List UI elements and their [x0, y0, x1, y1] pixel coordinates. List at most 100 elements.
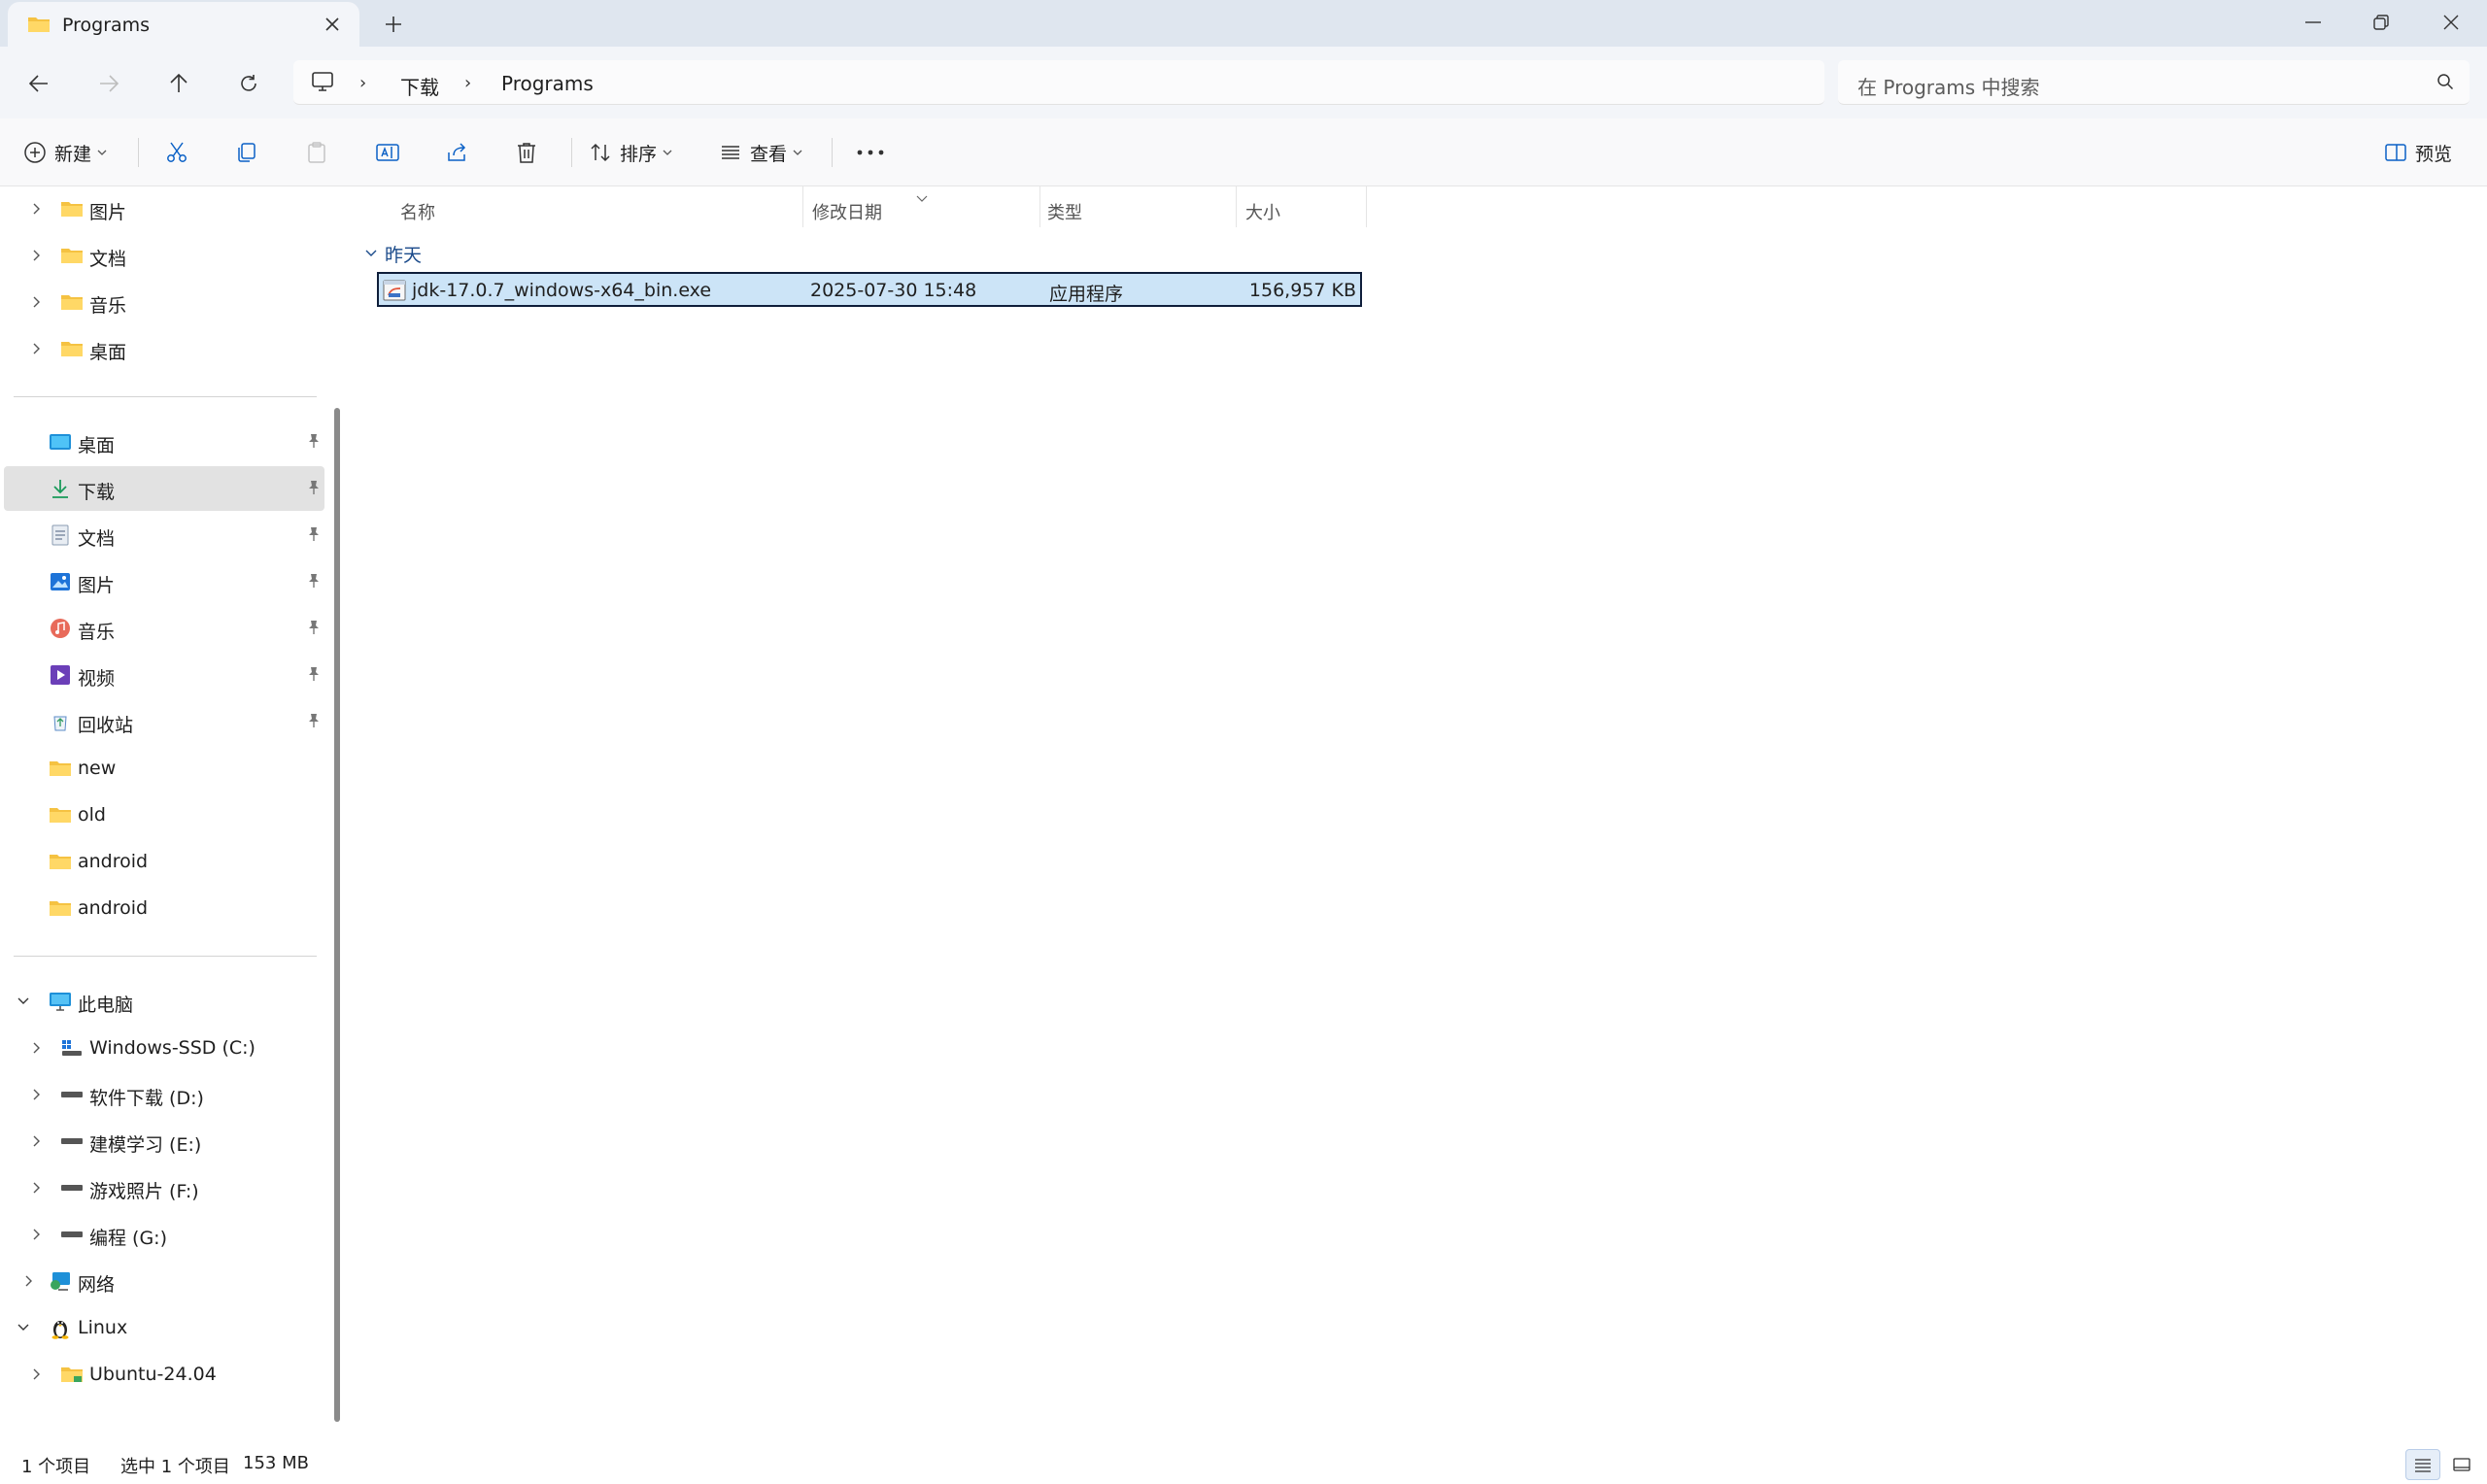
share-button[interactable]	[445, 134, 468, 171]
sidebar-item-pictures-tree[interactable]: 图片	[4, 186, 324, 231]
tab-programs[interactable]: Programs	[8, 2, 359, 47]
chevron-right-icon[interactable]	[29, 1180, 45, 1196]
view-button[interactable]: 查看	[719, 134, 802, 171]
paste-button[interactable]	[305, 134, 328, 171]
sidebar-item-drive-f[interactable]: 游戏照片 (F:)	[4, 1165, 324, 1210]
installer-file-icon	[383, 280, 406, 306]
sidebar-item-music-tree[interactable]: 音乐	[4, 280, 324, 324]
group-header-yesterday[interactable]: 昨天	[365, 239, 422, 268]
sidebar-item-recycle-bin[interactable]: 回收站	[4, 699, 324, 744]
delete-button[interactable]	[515, 134, 538, 171]
chevron-right-icon[interactable]	[29, 1087, 45, 1102]
restore-button[interactable]	[2347, 0, 2415, 45]
more-options-button[interactable]	[857, 134, 884, 171]
sidebar-item-drive-g[interactable]: 编程 (G:)	[4, 1212, 324, 1257]
back-button[interactable]	[19, 64, 58, 103]
drive-icon	[60, 1130, 84, 1152]
sidebar-item-linux[interactable]: Linux	[4, 1305, 324, 1350]
breadcrumb-programs[interactable]: Programs	[501, 72, 594, 95]
sidebar-divider	[14, 396, 317, 397]
chevron-down-icon[interactable]	[16, 1320, 31, 1335]
sidebar-item-android[interactable]: android	[4, 839, 324, 884]
address-bar[interactable]: › 下载 › Programs	[293, 60, 1824, 105]
pin-icon[interactable]	[307, 479, 321, 500]
pin-icon[interactable]	[307, 619, 321, 640]
chevron-right-icon[interactable]	[29, 1040, 45, 1056]
sidebar-item-documents[interactable]: 文档	[4, 513, 324, 557]
status-bar: 1 个项目 选中 1 个项目 153 MB	[0, 1447, 2487, 1484]
navigation-pane: 图片 文档 音乐 桌面 桌面 下载 文档 图片 音乐 视频 回收站 new ol…	[0, 186, 330, 1422]
column-header-type[interactable]: 类型	[1047, 196, 1082, 227]
rename-button[interactable]	[375, 134, 400, 171]
preview-pane-button[interactable]: 预览	[2384, 134, 2452, 171]
table-row[interactable]: jdk-17.0.7_windows-x64_bin.exe 2025-07-3…	[377, 272, 1362, 307]
selection-count: 选中 1 个项目	[120, 1457, 230, 1477]
up-button[interactable]	[159, 64, 198, 103]
rename-icon	[376, 144, 399, 161]
pin-icon[interactable]	[307, 572, 321, 593]
refresh-button[interactable]	[229, 64, 268, 103]
sidebar-item-this-pc[interactable]: 此电脑	[4, 979, 324, 1024]
minimize-button[interactable]	[2279, 0, 2347, 45]
details-view-button[interactable]	[2405, 1449, 2440, 1480]
new-tab-button[interactable]	[381, 12, 406, 37]
sidebar-item-music[interactable]: 音乐	[4, 606, 324, 651]
sidebar-item-pictures[interactable]: 图片	[4, 559, 324, 604]
share-icon	[448, 143, 466, 161]
pin-icon[interactable]	[307, 665, 321, 687]
search-input[interactable]: 在 Programs 中搜索	[1838, 60, 2470, 105]
sort-descending-icon	[915, 186, 929, 208]
new-button-label: 新建	[54, 143, 92, 165]
search-icon	[2436, 73, 2454, 95]
sidebar-item-label: 视频	[78, 668, 116, 690]
pin-icon[interactable]	[307, 432, 321, 454]
sidebar-item-network[interactable]: 网络	[4, 1259, 324, 1303]
chevron-right-icon[interactable]	[29, 294, 45, 310]
chevron-right-icon[interactable]	[29, 201, 45, 217]
chevron-right-icon[interactable]	[29, 1366, 45, 1382]
sidebar-item-desktop-tree[interactable]: 桌面	[4, 326, 324, 371]
folder-icon	[49, 851, 72, 872]
item-count: 1 个项目	[21, 1457, 91, 1477]
chevron-right-icon[interactable]	[29, 341, 45, 356]
sidebar-item-label: Linux	[78, 1317, 128, 1338]
sidebar-item-label: Windows-SSD (C:)	[89, 1037, 256, 1059]
sort-button[interactable]: 排序	[589, 134, 672, 171]
large-icons-view-button[interactable]	[2444, 1449, 2479, 1480]
sidebar-scrollbar[interactable]	[334, 408, 340, 1422]
sidebar-item-new[interactable]: new	[4, 746, 324, 791]
folder-icon	[60, 291, 84, 313]
chevron-right-icon[interactable]	[21, 1273, 37, 1289]
sidebar-item-desktop[interactable]: 桌面	[4, 420, 324, 464]
sidebar-item-drive-e[interactable]: 建模学习 (E:)	[4, 1119, 324, 1164]
close-window-button[interactable]	[2417, 0, 2485, 45]
chevron-right-icon[interactable]	[29, 1227, 45, 1242]
sidebar-item-drive-d[interactable]: 软件下载 (D:)	[4, 1072, 324, 1117]
chevron-right-icon[interactable]	[29, 1133, 45, 1149]
recycle-bin-icon	[49, 711, 72, 732]
sidebar-item-android-2[interactable]: android	[4, 886, 324, 930]
new-button[interactable]: 新建	[23, 134, 107, 171]
close-tab-icon[interactable]	[321, 13, 344, 36]
chevron-down-icon[interactable]	[16, 994, 31, 1009]
column-header-name[interactable]: 名称	[400, 196, 435, 227]
column-header-size[interactable]: 大小	[1245, 196, 1280, 227]
sidebar-item-ubuntu[interactable]: Ubuntu-24.04	[4, 1352, 324, 1397]
pin-icon[interactable]	[307, 525, 321, 547]
cut-button[interactable]	[165, 134, 188, 171]
sidebar-item-label: 桌面	[78, 435, 116, 456]
breadcrumb-downloads[interactable]: 下载	[400, 72, 439, 100]
sidebar-item-old[interactable]: old	[4, 793, 324, 837]
forward-button[interactable]	[89, 64, 128, 103]
sidebar-item-drive-c[interactable]: Windows-SSD (C:)	[4, 1026, 324, 1070]
sidebar-item-videos[interactable]: 视频	[4, 653, 324, 697]
pin-icon[interactable]	[307, 712, 321, 733]
sidebar-item-label: 音乐	[89, 295, 127, 317]
preview-label: 预览	[2415, 143, 2453, 165]
file-size: 156,957 KB	[1248, 280, 1356, 301]
chevron-right-icon[interactable]	[29, 248, 45, 263]
copy-button[interactable]	[235, 134, 258, 171]
column-header-date[interactable]: 修改日期	[812, 196, 882, 227]
sidebar-item-documents-tree[interactable]: 文档	[4, 233, 324, 278]
sidebar-item-downloads[interactable]: 下载	[4, 466, 324, 511]
